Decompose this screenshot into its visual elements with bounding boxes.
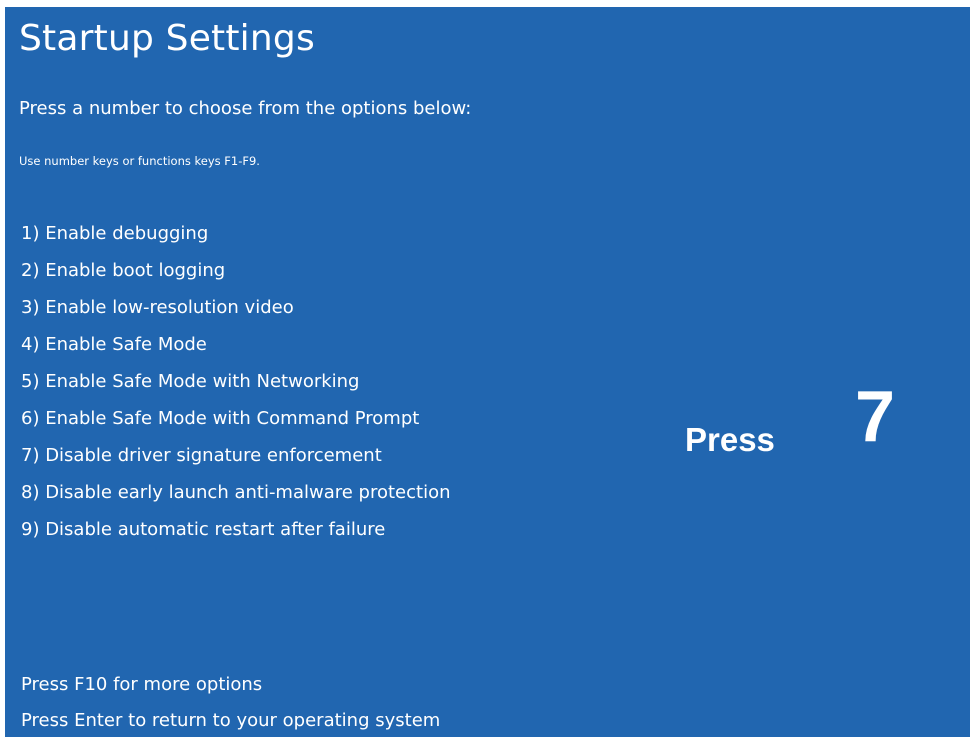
option-enable-safe-mode-networking[interactable]: 5) Enable Safe Mode with Networking [21, 363, 451, 400]
instructions-text: Press a number to choose from the option… [19, 98, 472, 119]
option-enable-debugging[interactable]: 1) Enable debugging [21, 215, 451, 252]
option-enable-boot-logging[interactable]: 2) Enable boot logging [21, 252, 451, 289]
option-enable-low-resolution-video[interactable]: 3) Enable low-resolution video [21, 289, 451, 326]
option-enable-safe-mode-command-prompt[interactable]: 6) Enable Safe Mode with Command Prompt [21, 400, 451, 437]
key-hint-text: Use number keys or functions keys F1-F9. [19, 154, 260, 168]
option-disable-automatic-restart[interactable]: 9) Disable automatic restart after failu… [21, 511, 451, 548]
press-annotation-label: Press [685, 421, 775, 458]
press-annotation-key: 7 [855, 377, 896, 457]
return-to-os-prompt[interactable]: Press Enter to return to your operating … [21, 709, 440, 733]
option-enable-safe-mode[interactable]: 4) Enable Safe Mode [21, 326, 451, 363]
startup-settings-screen: Startup Settings Press a number to choos… [5, 7, 970, 737]
option-disable-early-launch-anti-malware[interactable]: 8) Disable early launch anti-malware pro… [21, 474, 451, 511]
startup-options-list: 1) Enable debugging 2) Enable boot loggi… [21, 215, 451, 548]
option-disable-driver-signature-enforcement[interactable]: 7) Disable driver signature enforcement [21, 437, 451, 474]
more-options-prompt[interactable]: Press F10 for more options [21, 673, 262, 697]
page-title: Startup Settings [19, 18, 315, 59]
